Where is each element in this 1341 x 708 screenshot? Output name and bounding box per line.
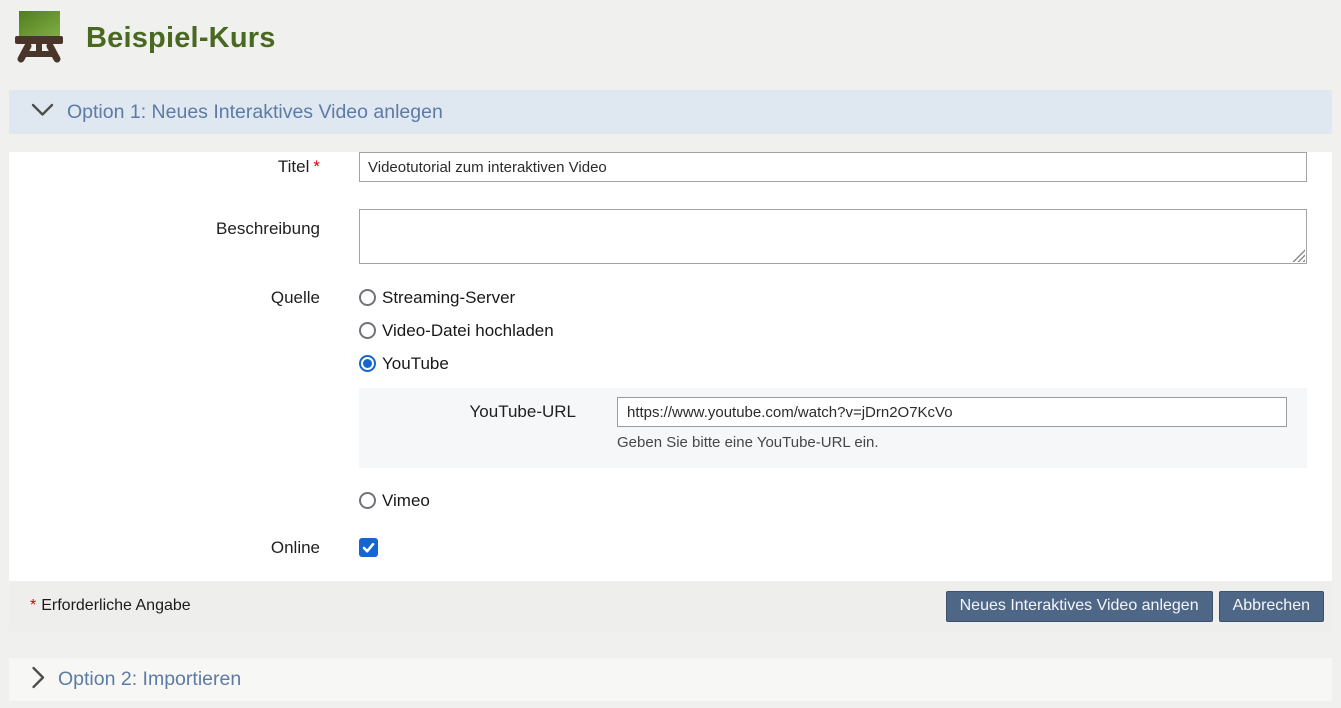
radio-option-vimeo[interactable]: Vimeo xyxy=(359,492,1307,509)
cancel-button[interactable]: Abbrechen xyxy=(1219,591,1324,622)
submit-button[interactable]: Neues Interaktives Video anlegen xyxy=(946,591,1213,622)
option2-section-header[interactable]: Option 2: Importieren xyxy=(9,658,1332,701)
beschreibung-label: Beschreibung xyxy=(9,209,359,237)
required-asterisk: * xyxy=(30,597,36,614)
titel-input[interactable] xyxy=(359,152,1307,182)
beschreibung-row: Beschreibung xyxy=(9,209,1332,264)
quelle-label: Quelle xyxy=(9,289,359,306)
youtube-url-subpanel: YouTube-URL Geben Sie bitte eine YouTube… xyxy=(359,388,1307,468)
titel-label: Titel* xyxy=(9,152,359,182)
chevron-right-icon xyxy=(31,666,45,694)
radio-option-video-datei-hochladen[interactable]: Video-Datei hochladen xyxy=(359,322,1307,339)
option1-section-header[interactable]: Option 1: Neues Interaktives Video anleg… xyxy=(9,90,1332,134)
radio-button-unchecked[interactable] xyxy=(359,289,376,306)
form-footer: *Erforderliche Angabe Neues Interaktives… xyxy=(9,581,1332,631)
create-video-form: Titel* Beschreibung Quelle Streami xyxy=(9,152,1332,581)
course-easel-icon xyxy=(14,9,64,68)
online-label: Online xyxy=(9,538,359,557)
chevron-down-icon xyxy=(31,103,54,122)
radio-button-checked[interactable] xyxy=(359,355,376,372)
option2-section-title: Option 2: Importieren xyxy=(58,668,241,691)
youtube-url-input[interactable] xyxy=(617,397,1287,427)
required-note: *Erforderliche Angabe xyxy=(30,597,191,615)
beschreibung-textarea[interactable] xyxy=(359,209,1307,264)
radio-option-youtube[interactable]: YouTube xyxy=(359,355,1307,372)
option2-panel: Option 2: Importieren xyxy=(9,658,1332,701)
quelle-row: Quelle Streaming-Server Video-Datei hoch… xyxy=(9,289,1332,509)
option1-panel: Option 1: Neues Interaktives Video anleg… xyxy=(9,90,1332,631)
option1-section-title: Option 1: Neues Interaktives Video anleg… xyxy=(67,101,443,124)
titel-row: Titel* xyxy=(9,152,1332,182)
page-title: Beispiel-Kurs xyxy=(86,22,276,55)
online-checkbox-checked[interactable] xyxy=(359,538,378,557)
online-row: Online xyxy=(9,538,1332,557)
youtube-url-hint: Geben Sie bitte eine YouTube-URL ein. xyxy=(617,434,1307,451)
required-asterisk: * xyxy=(313,157,320,176)
youtube-url-label: YouTube-URL xyxy=(359,397,576,427)
radio-button-unchecked[interactable] xyxy=(359,322,376,339)
radio-button-unchecked[interactable] xyxy=(359,492,376,509)
radio-option-streaming-server[interactable]: Streaming-Server xyxy=(359,289,1307,306)
page-header: Beispiel-Kurs xyxy=(0,0,1341,76)
